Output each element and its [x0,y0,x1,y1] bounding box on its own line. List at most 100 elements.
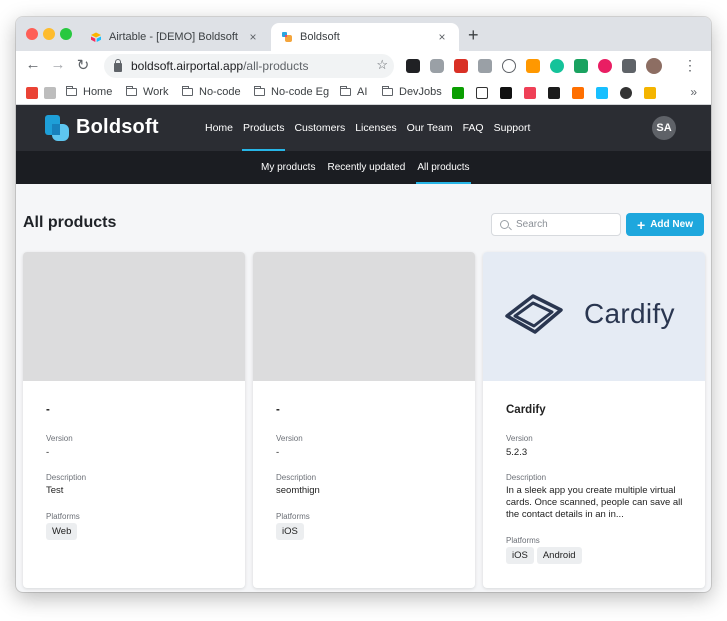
subnav-all-products[interactable]: All products [411,151,475,184]
user-avatar[interactable]: SA [652,116,676,140]
add-new-label: Add New [650,219,693,230]
product-card[interactable]: Cardify Cardify Version 5.2.3 Descriptio… [483,252,705,588]
folder-icon [182,86,193,96]
product-cover-image [23,252,245,381]
tab-boldsoft[interactable]: Boldsoft × [271,23,459,51]
description-label: Description [506,473,547,482]
bookmark-home[interactable]: Home [66,86,112,98]
pocket-extension-icon[interactable] [502,59,516,73]
subnav-my-products[interactable]: My products [255,151,321,184]
search-input[interactable] [516,219,611,230]
bookmark-label: AI [357,86,368,98]
reload-button[interactable]: ↻ [74,56,92,74]
sub-nav: My products Recently updated All product… [255,151,476,184]
nav-support[interactable]: Support [489,105,536,151]
bookmark-label: Home [83,86,113,98]
bookmark-icon[interactable] [548,87,560,99]
tab-strip: Airtable - [DEMO] Boldsoft × Boldsoft × … [16,17,711,51]
bookmarks-bar: Home Work No-code No-code Eg AI DevJobs … [16,81,711,105]
url-path: /all-products [243,59,309,73]
nav-home[interactable]: Home [200,105,238,151]
tab-close-icon[interactable]: × [435,30,449,44]
version-value: - [46,447,50,458]
profile-avatar-icon[interactable] [646,58,662,74]
search-box[interactable] [491,213,621,236]
subnav-recently-updated[interactable]: Recently updated [321,151,411,184]
add-new-button[interactable]: + Add New [626,213,704,236]
bookmark-icon[interactable] [644,87,656,99]
apps-grid-icon[interactable] [26,87,38,99]
extension-icon[interactable] [406,59,420,73]
product-card[interactable]: - Version - Description seomthign Platfo… [253,252,475,588]
platforms-label: Platforms [46,512,80,521]
url-host: boldsoft.airportal.app [131,59,244,73]
app-header: Boldsoft Home Products Customers License… [16,105,711,151]
close-window-button[interactable] [26,28,38,40]
more-bookmarks-icon[interactable]: » [690,85,697,99]
back-button[interactable]: ← [24,56,42,73]
bookmark-work[interactable]: Work [126,86,168,98]
nav-products[interactable]: Products [238,105,289,151]
bookmark-icon[interactable] [620,87,632,99]
nav-faq[interactable]: FAQ [458,105,489,151]
brand-name[interactable]: Boldsoft [76,116,159,139]
cardify-logo-icon [505,294,563,334]
extension-icon[interactable] [598,59,612,73]
folder-icon [340,86,351,96]
tab-airtable[interactable]: Airtable - [DEMO] Boldsoft × [80,23,270,51]
nav-our-team[interactable]: Our Team [402,105,458,151]
bookmark-icon[interactable] [572,87,584,99]
bookmark-ai[interactable]: AI [340,86,367,98]
main-nav: Home Products Customers Licenses Our Tea… [200,105,535,151]
tab-title: Boldsoft [300,31,340,43]
nav-customers[interactable]: Customers [289,105,350,151]
camera-extension-icon[interactable] [430,59,444,73]
bookmark-icon[interactable] [500,87,512,99]
tab-close-icon[interactable]: × [246,30,260,44]
bookmark-no-code-eg[interactable]: No-code Eg [254,86,329,98]
extension-icon[interactable] [478,59,492,73]
bookmark-icon[interactable] [596,87,608,99]
search-icon [500,220,509,229]
version-label: Version [276,434,303,443]
bookmark-label: No-code [199,86,241,98]
grammarly-extension-icon[interactable] [550,59,564,73]
bookmark-icon[interactable] [44,87,56,99]
address-bar[interactable]: boldsoft.airportal.app/all-products ☆ [104,54,394,78]
extension-icon[interactable] [574,59,588,73]
bookmark-icon[interactable] [476,87,488,99]
browser-menu-icon[interactable]: ⋮ [683,57,697,74]
description-value: Test [46,485,64,496]
minimize-window-button[interactable] [43,28,55,40]
forward-button[interactable]: → [49,56,67,73]
bookmark-devjobs[interactable]: DevJobs [382,86,442,98]
puzzle-extensions-icon[interactable] [622,59,636,73]
version-label: Version [506,434,533,443]
bookmark-extension-icon[interactable] [454,59,468,73]
platform-tags: Web [46,523,78,540]
platform-tag: iOS [506,547,534,564]
platform-tag: Android [536,547,582,564]
new-tab-button[interactable]: + [468,25,479,46]
platform-tags: iOS Android [506,547,582,564]
nav-licenses[interactable]: Licenses [350,105,401,151]
bookmark-no-code[interactable]: No-code [182,86,241,98]
bookmark-star-icon[interactable]: ☆ [376,57,388,73]
maximize-window-button[interactable] [60,28,72,40]
description-value: seomthign [276,485,320,496]
platforms-label: Platforms [276,512,310,521]
boldsoft-logo-icon[interactable] [44,114,72,142]
product-name: - [276,404,280,416]
version-label: Version [46,434,73,443]
folder-icon [254,86,265,96]
page-title: All products [23,214,117,231]
boldsoft-favicon-icon [282,32,292,42]
browser-toolbar: ← → ↻ boldsoft.airportal.app/all-product… [16,51,711,81]
product-cover-image [253,252,475,381]
bookmark-icon[interactable] [452,87,464,99]
product-card[interactable]: - Version - Description Test Platforms W… [23,252,245,588]
product-name: - [46,404,50,416]
extension-icon[interactable] [526,59,540,73]
version-value: 5.2.3 [506,447,528,458]
bookmark-icon[interactable] [524,87,536,99]
